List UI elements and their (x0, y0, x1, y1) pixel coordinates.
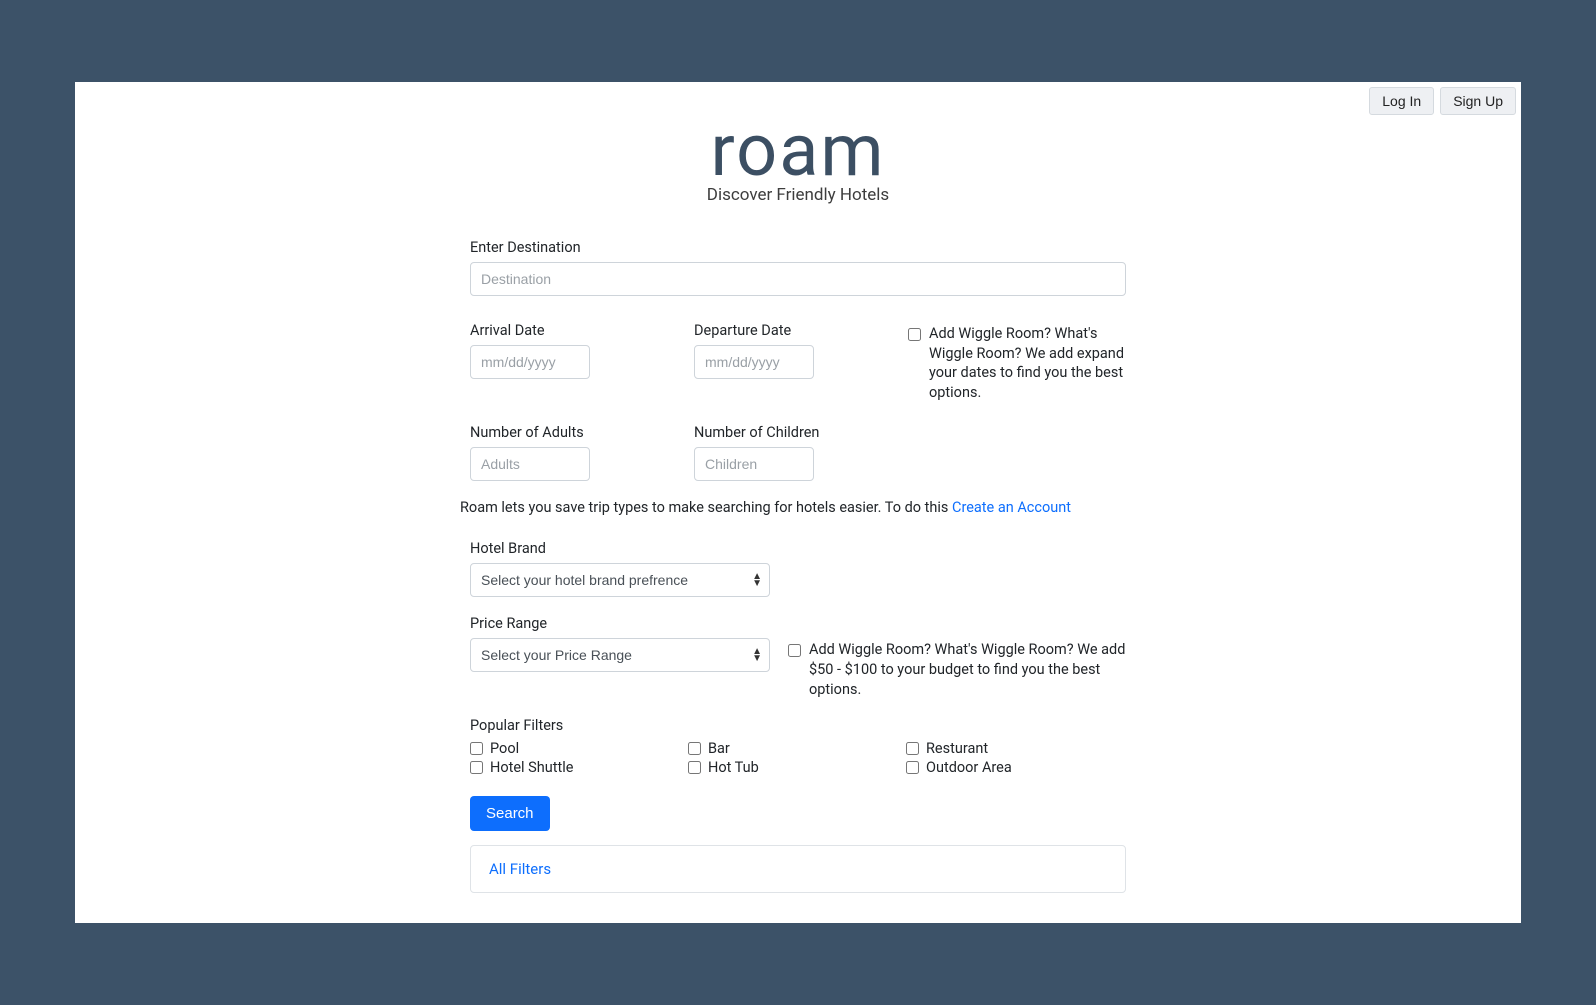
signup-button[interactable]: Sign Up (1440, 87, 1516, 115)
logo-text: roam (75, 120, 1521, 181)
destination-input[interactable] (470, 262, 1126, 296)
filter-hottub-checkbox[interactable] (688, 761, 701, 774)
topbar: Log In Sign Up (1369, 87, 1516, 115)
adults-input[interactable] (470, 447, 590, 481)
popular-filters-label: Popular Filters (470, 717, 1126, 734)
all-filters-panel: All Filters (470, 845, 1126, 893)
all-filters-link[interactable]: All Filters (489, 860, 551, 878)
hotel-brand-label: Hotel Brand (470, 540, 1126, 557)
create-account-link[interactable]: Create an Account (952, 499, 1071, 516)
filter-pool-checkbox[interactable] (470, 742, 483, 755)
price-range-select[interactable]: Select your Price Range (470, 638, 770, 672)
arrival-label: Arrival Date (470, 322, 694, 339)
filter-outdoor-checkbox[interactable] (906, 761, 919, 774)
adults-label: Number of Adults (470, 424, 694, 441)
filter-bar-checkbox[interactable] (688, 742, 701, 755)
tagline: Discover Friendly Hotels (75, 185, 1521, 205)
filter-restaurant-label: Resturant (926, 740, 988, 757)
search-button[interactable]: Search (470, 796, 550, 831)
wiggle-price-text: Add Wiggle Room? What's Wiggle Room? We … (809, 640, 1126, 699)
children-input[interactable] (694, 447, 814, 481)
trip-intro-line: Roam lets you save trip types to make se… (460, 499, 1126, 516)
arrival-date-input[interactable] (470, 345, 590, 379)
departure-date-input[interactable] (694, 345, 814, 379)
app-window: Log In Sign Up roam Discover Friendly Ho… (75, 82, 1521, 923)
filter-shuttle-checkbox[interactable] (470, 761, 483, 774)
wiggle-dates-checkbox[interactable] (908, 328, 921, 341)
login-button[interactable]: Log In (1369, 87, 1434, 115)
hotel-brand-select[interactable]: Select your hotel brand prefrence (470, 563, 770, 597)
departure-label: Departure Date (694, 322, 908, 339)
price-range-label: Price Range (470, 615, 1126, 632)
filter-hottub-label: Hot Tub (708, 759, 759, 776)
filter-bar-label: Bar (708, 740, 730, 757)
filter-shuttle-label: Hotel Shuttle (490, 759, 573, 776)
filter-restaurant-checkbox[interactable] (906, 742, 919, 755)
children-label: Number of Children (694, 424, 908, 441)
filter-outdoor-label: Outdoor Area (926, 759, 1012, 776)
trip-intro-text: Roam lets you save trip types to make se… (460, 499, 952, 516)
wiggle-dates-text: Add Wiggle Room? What's Wiggle Room? We … (929, 324, 1126, 402)
filter-pool-label: Pool (490, 740, 519, 757)
destination-label: Enter Destination (470, 239, 1126, 256)
header: roam Discover Friendly Hotels (75, 82, 1521, 205)
search-form: Enter Destination Arrival Date Departure… (470, 239, 1126, 893)
wiggle-price-checkbox[interactable] (788, 644, 801, 657)
